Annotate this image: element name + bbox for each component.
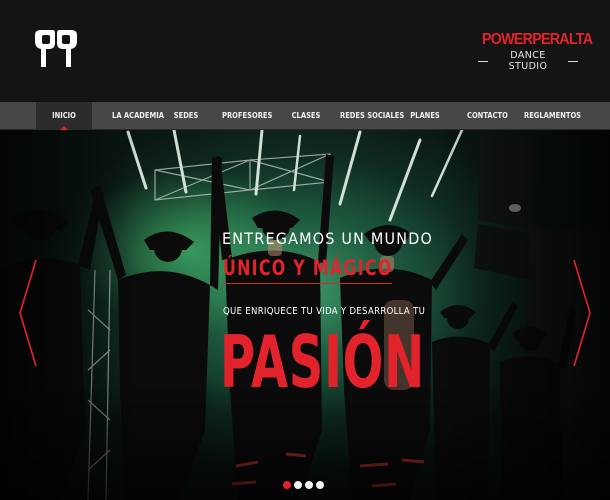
- nav-item-inicio[interactable]: INICIO: [36, 102, 92, 130]
- slide-dot[interactable]: [316, 481, 324, 489]
- slide-dot[interactable]: [294, 481, 302, 489]
- hero-line-3: QUE ENRIQUECE TU VIDA Y DESARROLLA TU: [223, 306, 426, 317]
- nav-item-la-academia[interactable]: LA ACADEMIA: [100, 102, 176, 129]
- divider: [478, 60, 489, 62]
- nav-item-label: CONTACTO: [467, 111, 508, 120]
- nav-item-label: REGLAMENTOS: [524, 111, 582, 120]
- hero-line-1: ENTREGAMOS UN MUNDO: [222, 229, 434, 248]
- brand-subtitle-text: DANCE STUDIO: [508, 50, 548, 72]
- divider: [222, 283, 392, 284]
- nav-item-label: REDES SOCIALES: [340, 111, 405, 120]
- slide-dot[interactable]: [305, 481, 313, 489]
- nav-item-profesores[interactable]: PROFESORES: [222, 102, 273, 129]
- nav-item-sedes[interactable]: SEDES: [168, 102, 204, 129]
- hero-line-2: ÚNICO Y MÁGICO: [223, 256, 393, 280]
- nav-item-contacto[interactable]: CONTACTO: [467, 102, 508, 129]
- nav-item-label: PROFESORES: [222, 111, 273, 120]
- nav-item-reglamentos[interactable]: REGLAMENTOS: [524, 102, 581, 129]
- chevron-right-icon[interactable]: [570, 258, 594, 368]
- chevron-left-icon[interactable]: [16, 258, 40, 368]
- slide-dot[interactable]: [283, 481, 291, 489]
- slide-indicators: [283, 481, 324, 489]
- brand-logo[interactable]: POWERPERALTA DANCE STUDIO: [478, 31, 593, 72]
- nav-item-label: CLASES: [291, 111, 321, 120]
- brand-subtitle: DANCE STUDIO: [478, 50, 578, 72]
- brand-name: POWERPERALTA: [482, 31, 593, 48]
- nav-item-redes-sociales[interactable]: REDES SOCIALES: [340, 102, 404, 129]
- pp-monogram-icon[interactable]: [33, 29, 79, 69]
- nav-item-label: SEDES: [173, 111, 199, 120]
- nav-item-clases[interactable]: CLASES: [291, 102, 321, 129]
- nav-item-planes[interactable]: PLANES: [410, 102, 440, 129]
- nav-item-label: LA ACADEMIA: [112, 111, 164, 120]
- divider: [567, 60, 578, 62]
- site-header: POWERPERALTA DANCE STUDIO: [0, 0, 610, 101]
- main-nav: INICIO LA ACADEMIA SEDES PROFESORES CLAS…: [0, 102, 610, 130]
- nav-item-label: PLANES: [410, 111, 440, 120]
- hero-headline: PASIÓN: [220, 320, 425, 404]
- hero-slider: ENTREGAMOS UN MUNDO ÚNICO Y MÁGICO QUE E…: [0, 130, 610, 500]
- nav-item-label: INICIO: [52, 111, 76, 120]
